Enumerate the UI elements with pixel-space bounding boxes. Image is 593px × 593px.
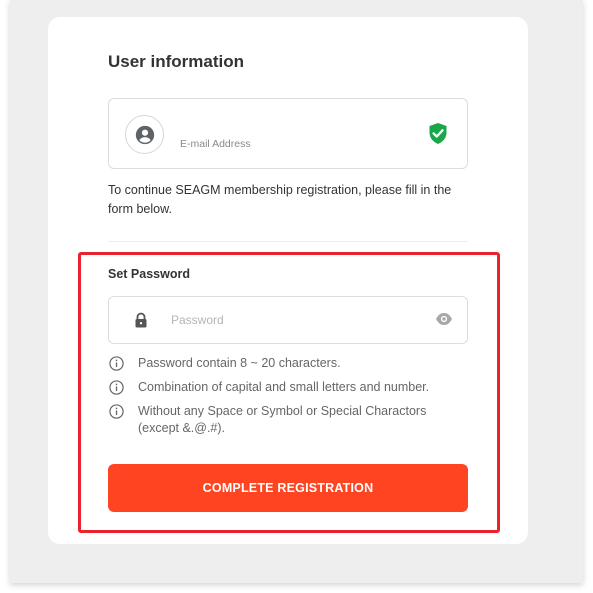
user-information-title: User information (108, 52, 245, 71)
password-rule-text: Password contain 8 ~ 20 characters. (138, 356, 341, 370)
registration-info-text: To continue SEAGM membership registratio… (108, 183, 452, 216)
info-icon (109, 404, 124, 419)
avatar (125, 115, 164, 154)
password-input[interactable] (171, 309, 421, 331)
password-field-box (108, 296, 468, 344)
eye-icon[interactable] (435, 312, 453, 326)
password-rule: Password contain 8 ~ 20 characters. (108, 355, 470, 372)
password-rule-text: Combination of capital and small letters… (138, 380, 430, 394)
divider (108, 241, 468, 242)
password-rule-text: Without any Space or Symbol or Special C… (138, 404, 427, 435)
email-field[interactable]: E-mail Address (108, 98, 468, 169)
user-icon (135, 125, 154, 144)
password-rule: Without any Space or Symbol or Special C… (108, 403, 470, 437)
info-icon (109, 380, 124, 395)
password-rule: Combination of capital and small letters… (108, 379, 470, 396)
info-icon (109, 356, 124, 371)
password-rules: Password contain 8 ~ 20 characters. Comb… (108, 355, 470, 444)
set-password-title: Set Password (108, 267, 190, 281)
complete-registration-button[interactable]: COMPLETE REGISTRATION (108, 464, 468, 512)
verified-shield-icon (429, 123, 447, 144)
email-label: E-mail Address (180, 138, 251, 150)
lock-icon (135, 312, 147, 328)
